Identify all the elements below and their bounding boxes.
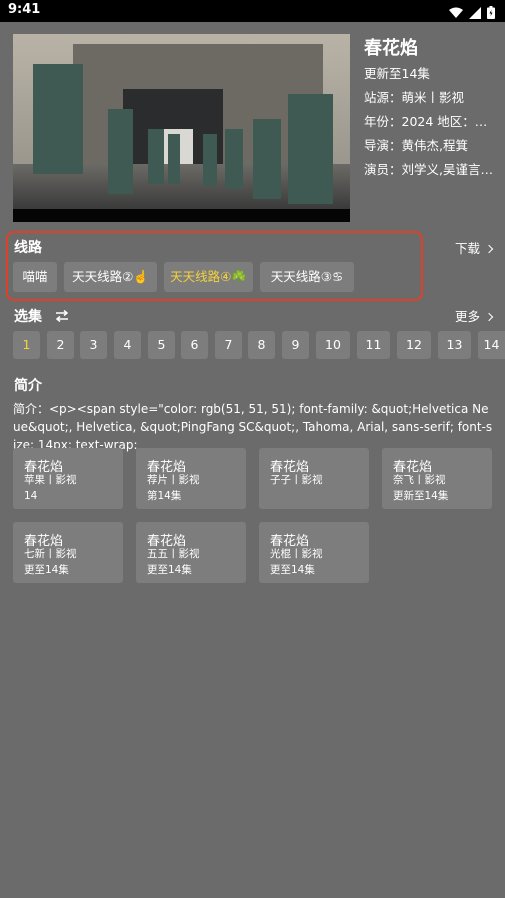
chevron-right-icon <box>484 312 494 322</box>
wifi-icon <box>449 4 463 23</box>
card-source: 七新丨影视 <box>24 548 77 560</box>
episode-3[interactable]: 3 <box>80 331 107 359</box>
source-text: 站源：萌米丨影视 <box>364 90 465 105</box>
card-episode: 更至14集 <box>24 564 69 576</box>
card-title: 春花焰 <box>147 460 187 475</box>
card-title: 春花焰 <box>270 460 310 475</box>
detail-info: 春花焰 更新至14集 站源：萌米丨影视 年份：2024 地区：大... 导演：黄… <box>364 34 494 182</box>
card-episode: 更至14集 <box>270 564 315 576</box>
card-source: 子子丨影视 <box>270 474 323 486</box>
more-label: 更多 <box>455 309 481 324</box>
related-card-1[interactable]: 春花焰 荐片丨影视 第14集 <box>136 448 246 509</box>
actors-text: 演员：刘学义,吴谨言,毕 <box>364 162 494 177</box>
card-episode: 更新至14集 <box>393 490 449 502</box>
episode-6[interactable]: 6 <box>181 331 208 359</box>
card-episode: 14 <box>24 490 38 502</box>
episode-13[interactable]: 13 <box>438 331 471 359</box>
update-status: 更新至14集 <box>364 66 430 81</box>
episode-12[interactable]: 12 <box>397 331 431 359</box>
poster-image[interactable] <box>13 34 350 222</box>
director-text: 导演：黄伟杰,程箕 <box>364 138 468 153</box>
download-label: 下载 <box>455 241 481 256</box>
episode-1[interactable]: 1 <box>13 331 40 359</box>
status-bar: 9:41 <box>0 0 505 22</box>
related-card-0[interactable]: 春花焰 苹果丨影视 14 <box>13 448 123 509</box>
card-episode <box>270 488 358 504</box>
status-icons <box>449 4 495 23</box>
route-chip-2[interactable]: 天天线路④☘️ <box>164 262 253 292</box>
route-chip-1[interactable]: 天天线路②☝️ <box>64 262 157 292</box>
card-source: 五五丨影视 <box>147 548 200 560</box>
route-chip-0[interactable]: 喵喵 <box>13 262 57 292</box>
episode-2[interactable]: 2 <box>47 331 74 359</box>
related-card-5[interactable]: 春花焰 五五丨影视 更至14集 <box>136 522 246 583</box>
card-source: 苹果丨影视 <box>24 474 77 486</box>
episode-11[interactable]: 11 <box>357 331 390 359</box>
intro-title: 简介 <box>14 378 42 394</box>
routes-title: 线路 <box>14 240 42 256</box>
year-area-text: 年份：2024 地区：大... <box>364 114 494 129</box>
battery-icon <box>487 4 495 23</box>
card-episode: 第14集 <box>147 490 182 502</box>
episode-4[interactable]: 4 <box>114 331 141 359</box>
related-card-6[interactable]: 春花焰 光棍丨影视 更至14集 <box>259 522 369 583</box>
status-time: 9:41 <box>8 2 41 17</box>
card-episode: 更至14集 <box>147 564 192 576</box>
card-title: 春花焰 <box>393 460 433 475</box>
episode-7[interactable]: 7 <box>215 331 242 359</box>
related-card-3[interactable]: 春花焰 奈飞丨影视 更新至14集 <box>382 448 492 509</box>
route-chip-3[interactable]: 天天线路③♋ <box>260 262 354 292</box>
more-episodes-button[interactable]: 更多 <box>455 306 494 325</box>
video-title: 春花焰 <box>364 38 418 59</box>
card-source: 荐片丨影视 <box>147 474 200 486</box>
download-button[interactable]: 下载 <box>455 238 494 257</box>
signal-icon <box>469 4 481 23</box>
episode-14[interactable]: 14 <box>478 331 505 359</box>
card-source: 光棍丨影视 <box>270 548 323 560</box>
swap-icon[interactable] <box>55 309 69 326</box>
card-title: 春花焰 <box>270 534 310 549</box>
card-title: 春花焰 <box>147 534 187 549</box>
card-title: 春花焰 <box>24 460 64 475</box>
related-card-4[interactable]: 春花焰 七新丨影视 更至14集 <box>13 522 123 583</box>
related-card-2[interactable]: 春花焰 子子丨影视 <box>259 448 369 509</box>
episode-8[interactable]: 8 <box>248 331 275 359</box>
episodes-title: 选集 <box>14 306 69 326</box>
episode-9[interactable]: 9 <box>282 331 309 359</box>
episode-10[interactable]: 10 <box>316 331 350 359</box>
intro-text: 简介：<p><span style="color: rgb(51, 51, 51… <box>13 402 493 452</box>
card-title: 春花焰 <box>24 534 64 549</box>
episode-5[interactable]: 5 <box>148 331 175 359</box>
episodes-title-label: 选集 <box>14 309 42 325</box>
chevron-right-icon <box>484 244 494 254</box>
card-source: 奈飞丨影视 <box>393 474 446 486</box>
